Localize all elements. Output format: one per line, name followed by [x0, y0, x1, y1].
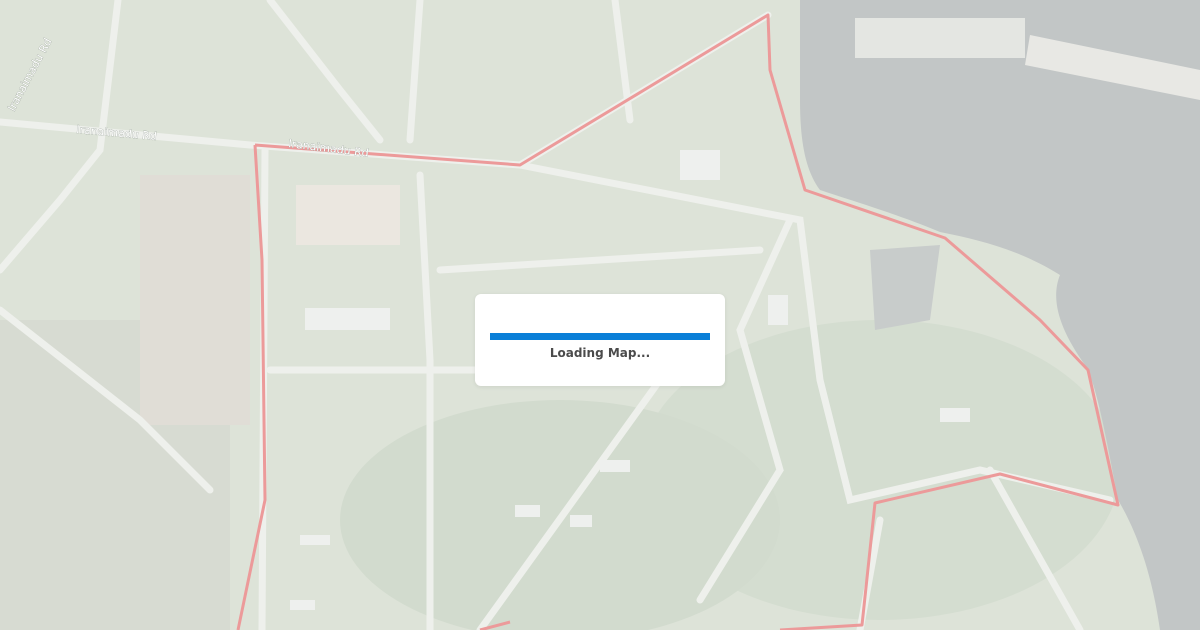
progress-fill — [490, 333, 710, 340]
plantation-patch — [140, 175, 250, 425]
loading-dialog: Loading Map... — [475, 294, 725, 386]
pond — [870, 245, 940, 330]
dam-structure — [855, 18, 1025, 58]
progress-bar — [490, 333, 710, 340]
loading-text: Loading Map... — [549, 346, 651, 360]
playground-field — [296, 185, 400, 245]
